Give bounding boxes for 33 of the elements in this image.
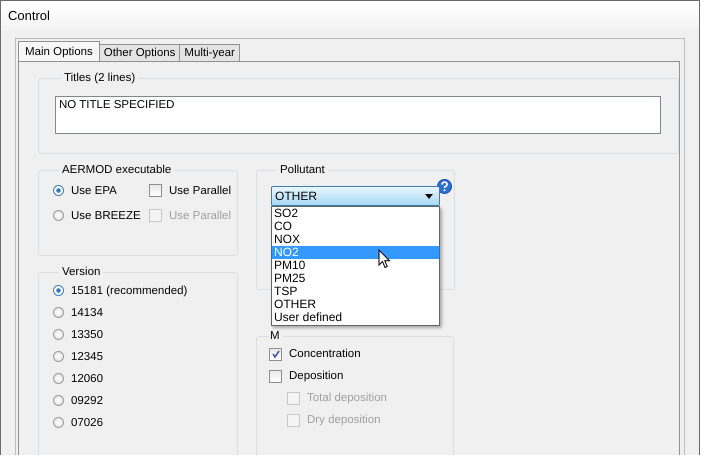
dropdown-option[interactable]: NOX [272, 233, 439, 246]
radio-option[interactable]: 07026 [53, 414, 237, 431]
group-label: M [269, 330, 281, 342]
radio-option[interactable]: 12060 [53, 370, 237, 387]
checkbox-option[interactable]: Deposition [269, 368, 453, 384]
radio-option[interactable]: 12345 [53, 348, 237, 365]
radio-option[interactable]: 15181 (recommended) [53, 282, 237, 299]
group-label: Version [61, 266, 102, 278]
tab[interactable]: Other Options [98, 44, 180, 61]
radio-option[interactable]: Use EPA [53, 184, 145, 197]
dropdown-option[interactable]: TSP [272, 285, 439, 298]
caret-icon [425, 194, 433, 198]
tab[interactable]: Main Options [18, 41, 100, 61]
titles-field[interactable]: NO TITLE SPECIFIED [55, 96, 661, 134]
parallel-checkbox[interactable]: Use Parallel [149, 184, 231, 197]
dropdown-option[interactable]: PM10 [272, 259, 439, 272]
mouse-pointer-icon [378, 249, 391, 269]
dropdown-option[interactable]: User defined [272, 311, 439, 324]
dropdown-option[interactable]: CO [272, 220, 439, 233]
radio-option[interactable]: 14134 [53, 304, 237, 321]
dropdown-option[interactable]: OTHER [272, 298, 439, 311]
radio-option[interactable]: 13350 [53, 326, 237, 343]
window-title: Control [8, 8, 50, 23]
checkbox-option[interactable]: Concentration [269, 346, 453, 362]
dropdown-option[interactable]: SO2 [272, 207, 439, 220]
group-label: Pollutant [279, 164, 326, 176]
group-label: Titles (2 lines) [63, 72, 136, 84]
pollutant-dropdown[interactable]: OTHER [271, 186, 440, 206]
radio-option[interactable]: 09292 [53, 392, 237, 409]
group-label: AERMOD executable [61, 164, 172, 176]
radio-option[interactable]: Use BREEZE [53, 209, 145, 222]
dropdown-option[interactable]: PM25 [272, 272, 439, 285]
tab[interactable]: Multi-year [179, 44, 240, 61]
